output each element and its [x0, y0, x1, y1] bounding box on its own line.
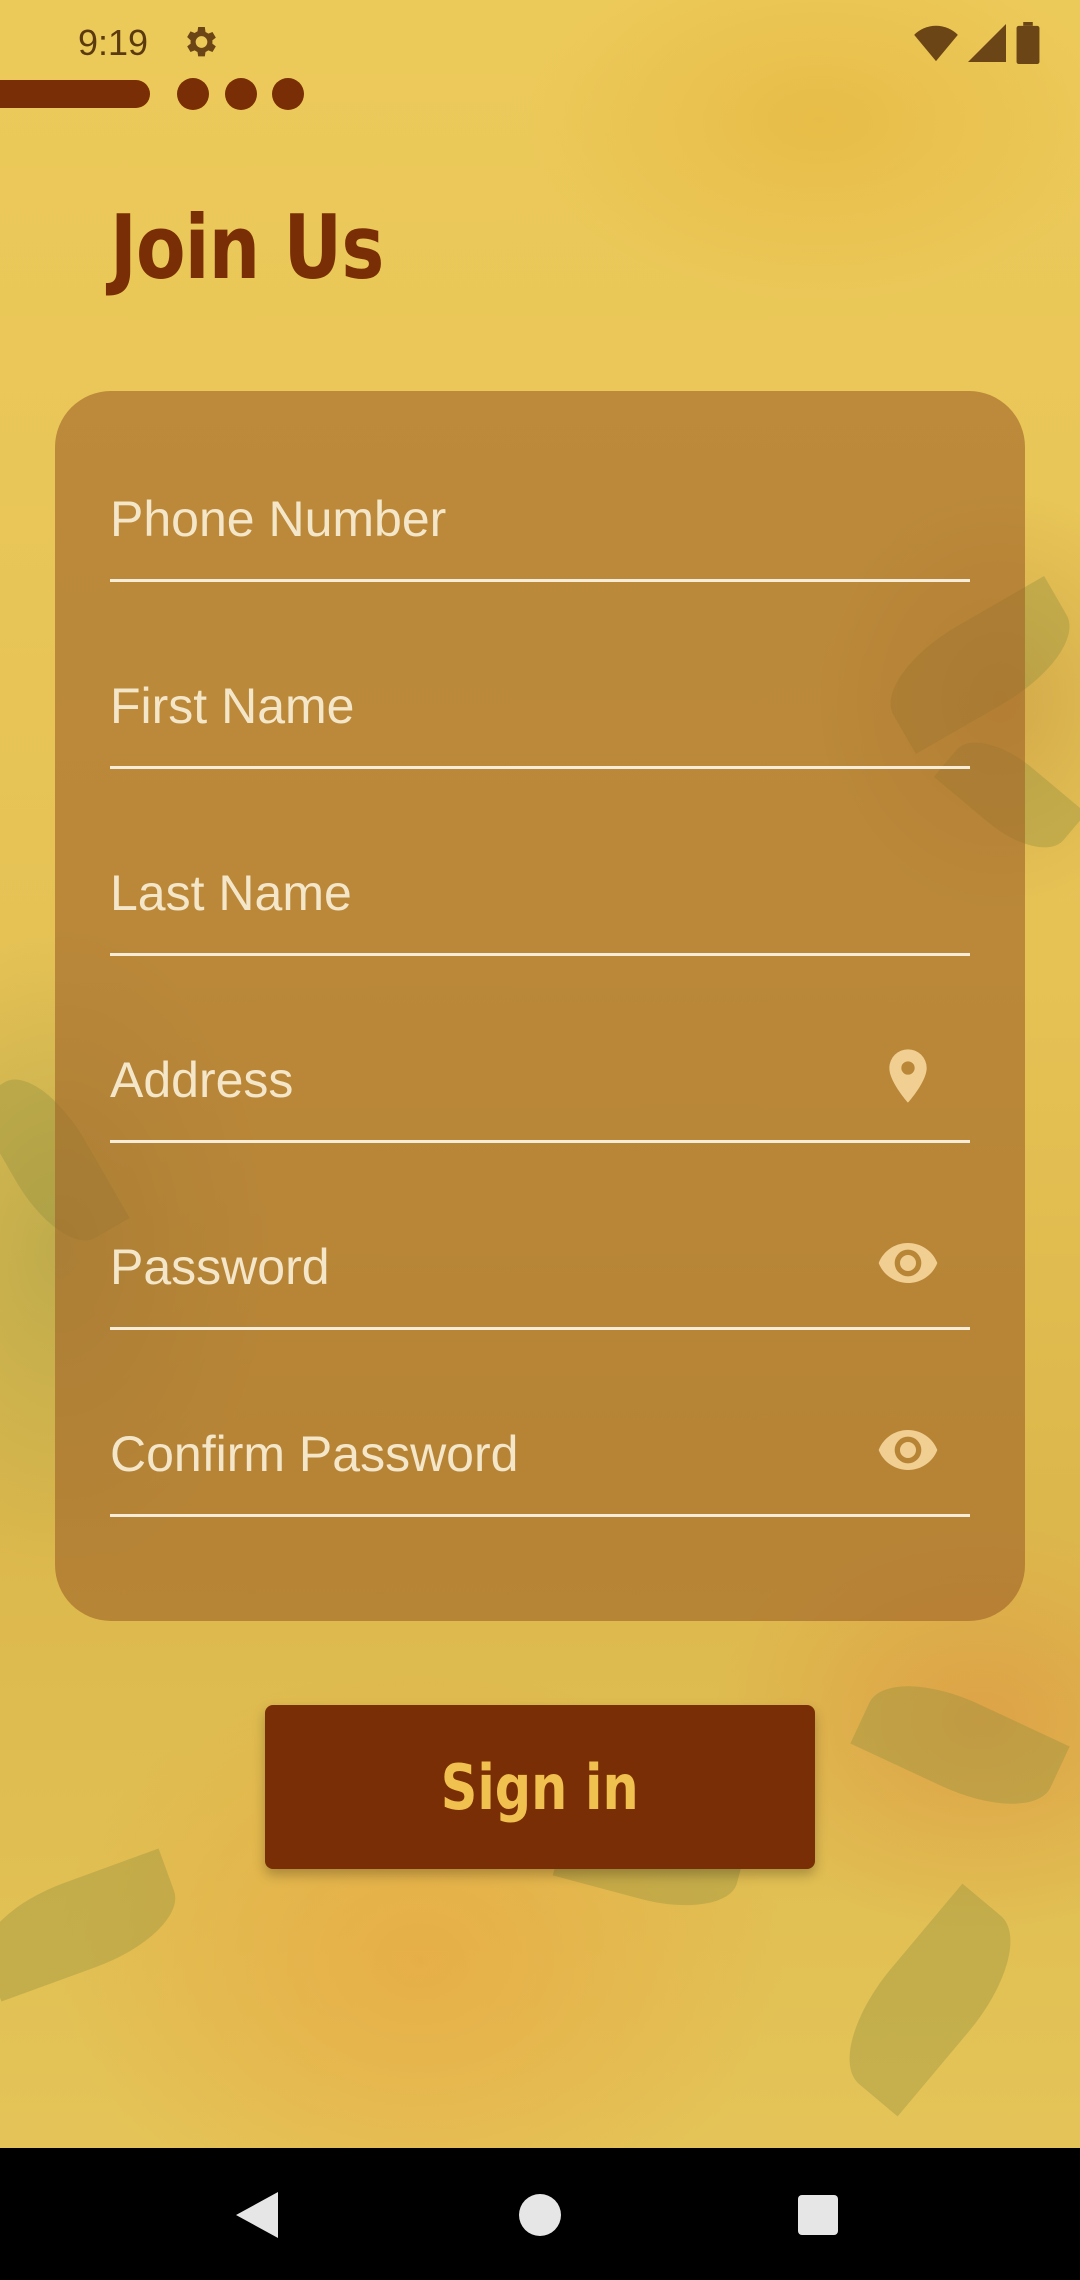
progress-bar: [0, 80, 150, 108]
recent-apps-icon[interactable]: [798, 2195, 838, 2235]
progress-dot: [225, 78, 257, 110]
page-title: Join Us: [110, 196, 384, 299]
address-input[interactable]: [110, 1040, 870, 1120]
status-icons: [914, 22, 1040, 64]
eye-icon[interactable]: [876, 1231, 940, 1295]
sign-in-label: Sign in: [441, 1750, 639, 1824]
confirm-password-field: [110, 1394, 970, 1517]
cell-signal-icon: [968, 24, 1006, 62]
first-name-input[interactable]: [110, 666, 870, 746]
password-input[interactable]: [110, 1227, 870, 1307]
progress-dot: [177, 78, 209, 110]
address-field: [110, 1020, 970, 1143]
last-name-field: [110, 833, 970, 956]
location-pin-icon[interactable]: [876, 1044, 940, 1108]
back-icon[interactable]: [236, 2192, 278, 2238]
phone-number-input[interactable]: [110, 479, 870, 559]
system-nav-bar: [0, 2148, 1080, 2280]
battery-icon: [1016, 22, 1040, 64]
phone-number-field: [110, 459, 970, 582]
settings-icon: [187, 27, 216, 57]
eye-icon[interactable]: [876, 1418, 940, 1482]
progress-dot: [272, 78, 304, 110]
password-field: [110, 1207, 970, 1330]
last-name-input[interactable]: [110, 853, 870, 933]
wifi-icon: [914, 25, 958, 62]
confirm-password-input[interactable]: [110, 1414, 870, 1494]
first-name-field: [110, 646, 970, 769]
status-time: 9:19: [78, 22, 149, 63]
sign-in-button[interactable]: Sign in: [265, 1705, 815, 1869]
home-icon[interactable]: [519, 2194, 561, 2236]
